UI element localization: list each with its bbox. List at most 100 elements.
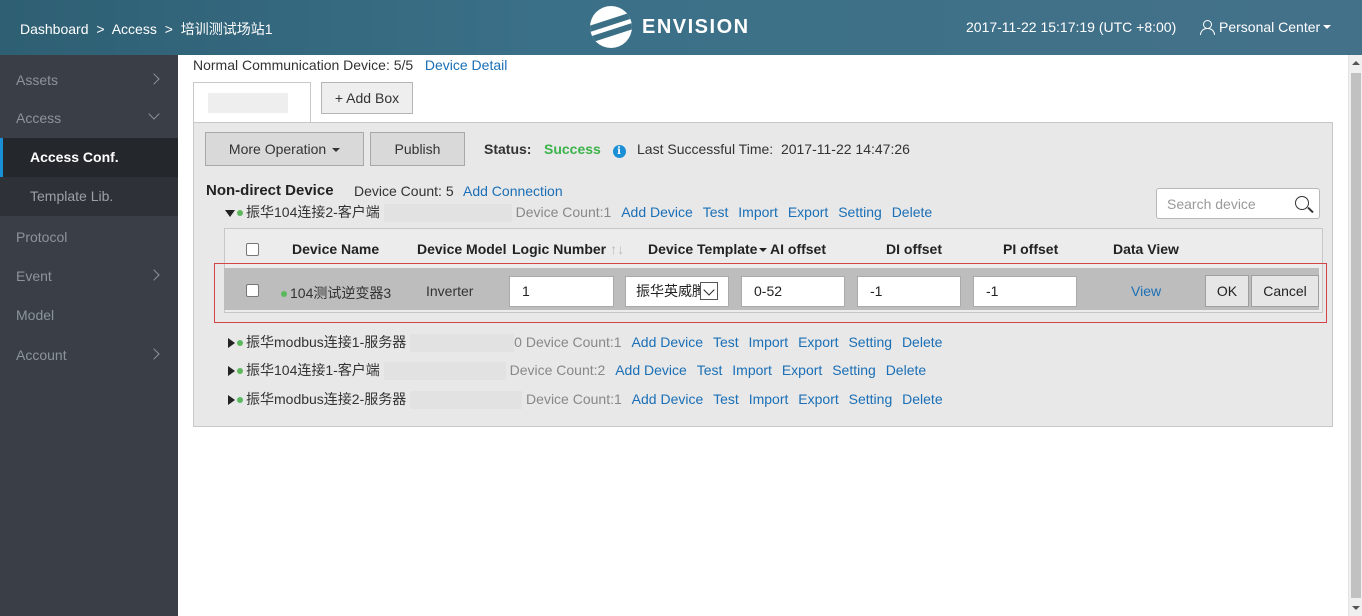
- device-template-select[interactable]: 振华英威腾: [625, 276, 729, 307]
- envision-logo-icon: [590, 6, 632, 48]
- redacted-text: [383, 362, 506, 381]
- publish-button[interactable]: Publish: [370, 132, 465, 166]
- connection-name[interactable]: 振华modbus连接1-服务器: [246, 334, 406, 350]
- sidebar-item-access-conf[interactable]: Access Conf.: [0, 138, 178, 177]
- delete-link[interactable]: Delete: [892, 204, 932, 220]
- top-header: Dashboard > Access > 培训测试场站1 ENVISION 20…: [0, 0, 1362, 55]
- sidebar-item-model[interactable]: Model: [0, 296, 178, 334]
- connection-name[interactable]: 振华104连接2-客户端: [246, 204, 380, 220]
- search-box: [1156, 188, 1320, 219]
- breadcrumb: Dashboard > Access > 培训测试场站1: [20, 19, 277, 39]
- more-operation-button[interactable]: More Operation: [205, 132, 364, 166]
- non-direct-device-count: Device Count: 5: [354, 183, 454, 199]
- sidebar-item-access[interactable]: Access: [0, 99, 178, 137]
- redacted-text: [410, 391, 523, 410]
- col-logic-number-label: Logic Number: [512, 241, 607, 257]
- import-link[interactable]: Import: [738, 204, 778, 220]
- col-ai-offset: AI offset: [770, 241, 826, 257]
- col-di-offset: DI offset: [886, 241, 942, 257]
- status-dot-icon: [237, 397, 243, 404]
- status-dot-icon: [281, 291, 287, 298]
- add-box-button[interactable]: + Add Box: [321, 82, 413, 114]
- scroll-down-icon[interactable]: [1352, 606, 1360, 610]
- info-icon[interactable]: i: [612, 145, 626, 158]
- export-link[interactable]: Export: [798, 334, 838, 350]
- sidebar-item-label: Event: [16, 268, 52, 284]
- expand-triangle-icon[interactable]: [228, 338, 235, 349]
- import-link[interactable]: Import: [732, 362, 772, 378]
- delete-link[interactable]: Delete: [902, 391, 942, 407]
- sidebar-item-event[interactable]: Event: [0, 257, 178, 295]
- search-input[interactable]: [1167, 196, 1287, 212]
- sidebar-item-account[interactable]: Account: [0, 336, 178, 374]
- col-device-template[interactable]: Device Template: [648, 241, 768, 257]
- expand-triangle-icon[interactable]: [225, 209, 235, 217]
- add-device-link[interactable]: Add Device: [615, 362, 687, 378]
- select-all-checkbox[interactable]: [246, 243, 259, 256]
- export-link[interactable]: Export: [788, 204, 828, 220]
- add-device-link[interactable]: Add Device: [621, 204, 693, 220]
- scroll-up-icon[interactable]: [1352, 61, 1360, 65]
- col-data-view: Data View: [1113, 241, 1179, 257]
- sidebar-item-assets[interactable]: Assets: [0, 61, 178, 99]
- delete-link[interactable]: Delete: [902, 334, 942, 350]
- current-datetime: 2017-11-22 15:17:19 (UTC +8:00): [966, 19, 1177, 35]
- col-device-name[interactable]: Device Name: [292, 241, 379, 257]
- breadcrumb-separator: >: [96, 21, 105, 37]
- export-link[interactable]: Export: [782, 362, 822, 378]
- sort-icon[interactable]: ↑↓: [610, 241, 624, 257]
- test-link[interactable]: Test: [713, 334, 739, 350]
- chevron-down-icon: [1323, 25, 1332, 29]
- logic-number-input[interactable]: 1: [509, 276, 614, 307]
- redacted-text: [383, 204, 512, 223]
- export-link[interactable]: Export: [798, 391, 838, 407]
- communication-summary: Normal Communication Device: 5/5 Device …: [193, 57, 507, 73]
- tab-box-1[interactable]: [193, 82, 311, 123]
- scrollbar-thumb[interactable]: [1351, 73, 1361, 598]
- sidebar-item-template-lib[interactable]: Template Lib.: [0, 177, 178, 216]
- col-device-model[interactable]: Device Model: [417, 241, 506, 257]
- setting-link[interactable]: Setting: [832, 362, 876, 378]
- import-link[interactable]: Import: [749, 334, 789, 350]
- connection-row: 振华modbus连接1-服务器 0 Device Count:1 Add Dev…: [228, 332, 942, 353]
- di-offset-input[interactable]: -1: [857, 276, 961, 307]
- delete-link[interactable]: Delete: [886, 362, 926, 378]
- setting-link[interactable]: Setting: [848, 334, 892, 350]
- expand-triangle-icon[interactable]: [228, 395, 235, 406]
- status-dot-icon: [237, 340, 243, 347]
- test-link[interactable]: Test: [697, 362, 723, 378]
- cancel-button[interactable]: Cancel: [1251, 275, 1319, 307]
- personal-center-menu[interactable]: Personal Center: [1200, 19, 1332, 35]
- sidebar-item-protocol[interactable]: Protocol: [0, 218, 178, 256]
- vertical-scrollbar[interactable]: [1348, 55, 1362, 616]
- add-device-link[interactable]: Add Device: [632, 391, 704, 407]
- ai-offset-input[interactable]: 0-52: [741, 276, 845, 307]
- personal-center-label: Personal Center: [1219, 19, 1321, 35]
- test-link[interactable]: Test: [713, 391, 739, 407]
- test-link[interactable]: Test: [703, 204, 729, 220]
- col-logic-number[interactable]: Logic Number ↑↓: [512, 241, 624, 257]
- setting-link[interactable]: Setting: [838, 204, 882, 220]
- tab-label-redacted: [208, 93, 288, 113]
- caret-down-icon: [332, 148, 341, 153]
- last-time-value: 2017-11-22 14:47:26: [780, 141, 910, 157]
- row-checkbox[interactable]: [246, 284, 259, 297]
- last-time-label: Last Successful Time:: [637, 141, 774, 157]
- connection-name[interactable]: 振华104连接1-客户端: [246, 362, 380, 378]
- ok-button[interactable]: OK: [1205, 275, 1249, 307]
- add-device-link[interactable]: Add Device: [631, 334, 703, 350]
- row-device-name: 104测试逆变器3: [279, 283, 391, 303]
- breadcrumb-dashboard[interactable]: Dashboard: [20, 21, 89, 37]
- device-detail-link[interactable]: Device Detail: [425, 57, 507, 73]
- import-link[interactable]: Import: [749, 391, 789, 407]
- breadcrumb-access[interactable]: Access: [112, 21, 157, 37]
- pi-offset-input[interactable]: -1: [973, 276, 1077, 307]
- setting-link[interactable]: Setting: [849, 391, 893, 407]
- connection-name[interactable]: 振华modbus连接2-服务器: [246, 391, 406, 407]
- expand-triangle-icon[interactable]: [228, 366, 235, 377]
- sidebar-item-label: Assets: [16, 72, 59, 88]
- device-template-value: 振华英威腾: [636, 283, 706, 299]
- add-connection-link[interactable]: Add Connection: [463, 183, 563, 199]
- search-icon[interactable]: [1295, 196, 1309, 210]
- view-link[interactable]: View: [1131, 283, 1161, 299]
